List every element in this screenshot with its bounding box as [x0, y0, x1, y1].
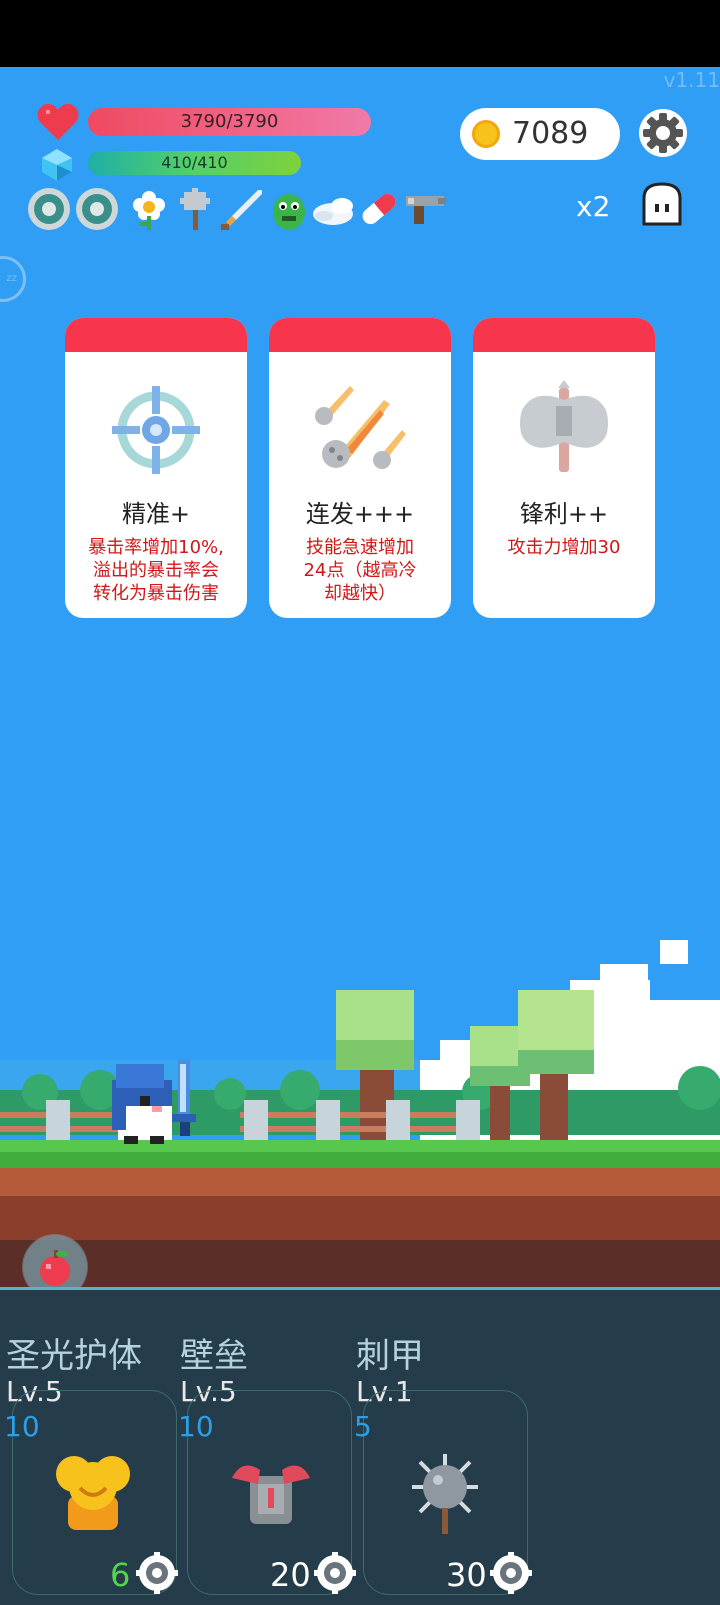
equipped-items-row	[26, 186, 466, 236]
skill-name: 圣光护体	[6, 1336, 142, 1376]
green-monster-icon[interactable]	[266, 186, 312, 232]
multiplier-label: x2	[576, 190, 611, 223]
hp-bar: 3790/3790	[88, 108, 371, 136]
blaster-gun-icon[interactable]	[402, 186, 448, 232]
mp-bar: 410/410	[88, 151, 301, 175]
upgrade-cost: 30	[446, 1556, 487, 1594]
hp-text: 3790/3790	[180, 111, 279, 132]
upgrade-card-precision[interactable]: 精准+ 暴击率增加10%, 溢出的暴击率会 转化为暴击伤害	[65, 318, 247, 618]
mp-text: 410/410	[161, 153, 228, 172]
meteor-icon	[315, 386, 406, 469]
spiked-mace-icon[interactable]	[172, 186, 218, 232]
gear-token-icon[interactable]	[136, 1552, 178, 1594]
gear-token-icon[interactable]	[314, 1552, 356, 1594]
gear-token-icon[interactable]	[490, 1552, 532, 1594]
skill-value: 10	[4, 1410, 40, 1443]
crosshair-icon	[112, 386, 200, 474]
battle-scene	[0, 940, 720, 1290]
holy-shield-icon	[56, 1456, 130, 1530]
card-title: 连发+++	[305, 500, 415, 528]
ring-shield-icon[interactable]	[26, 186, 72, 232]
status-bar	[0, 0, 720, 67]
battle-axe-icon	[520, 380, 608, 472]
ring-shield-icon[interactable]	[74, 186, 120, 232]
card-description: 暴击率增加10%, 溢出的暴击率会 转化为暴击伤害	[88, 537, 224, 604]
spiked-ball-icon	[412, 1454, 478, 1534]
upgrade-card-sharpness[interactable]: 锋利++ 攻击力增加30	[473, 318, 655, 618]
upgrade-cost: 20	[270, 1556, 311, 1594]
pill-capsule-icon[interactable]	[356, 186, 402, 232]
version-label: v1.11	[663, 68, 720, 92]
skill-name: 壁垒	[180, 1336, 248, 1376]
ghost-icon[interactable]	[638, 180, 686, 230]
card-title: 精准+	[121, 500, 191, 528]
card-header	[65, 318, 247, 352]
card-description: 技能急速增加 24点（越高冷 却越快）	[303, 537, 417, 604]
flower-icon[interactable]	[126, 186, 172, 232]
sword-icon[interactable]	[218, 186, 264, 232]
upgrade-cost: 6	[110, 1556, 131, 1594]
coin-counter: 7089	[460, 108, 620, 160]
card-header	[473, 318, 655, 352]
skill-value: 5	[354, 1410, 372, 1443]
wing-icon[interactable]	[310, 186, 356, 232]
heart-icon	[37, 104, 79, 140]
armor-icon	[232, 1465, 310, 1524]
knight-player	[112, 1060, 196, 1144]
mana-gem-icon	[42, 149, 72, 181]
gear-icon[interactable]	[638, 108, 688, 158]
skill-name: 刺甲	[356, 1336, 424, 1376]
card-header	[269, 318, 451, 352]
coin-icon	[472, 120, 500, 148]
skill-value: 10	[178, 1410, 214, 1443]
card-title: 锋利++	[519, 500, 609, 528]
card-description: 攻击力增加30	[507, 537, 621, 558]
upgrade-card-rapid-fire[interactable]: 连发+++ 技能急速增加 24点（越高冷 却越快）	[269, 318, 451, 618]
coin-value: 7089	[512, 116, 589, 151]
